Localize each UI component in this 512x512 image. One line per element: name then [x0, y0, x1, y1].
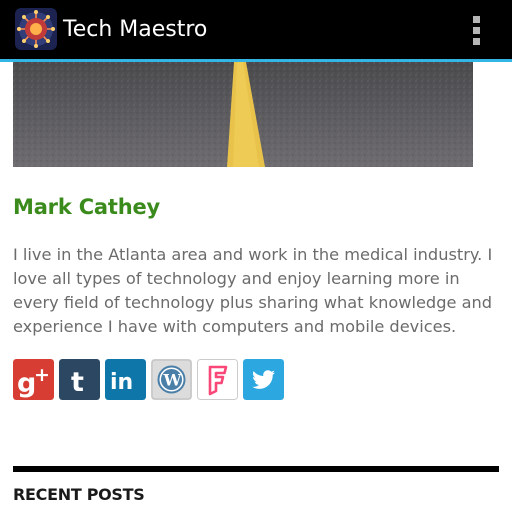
twitter-icon[interactable] [243, 359, 284, 400]
svg-text:in: in [110, 370, 133, 395]
virus-logo-icon[interactable] [15, 8, 57, 50]
app-title: Tech Maestro [63, 17, 208, 42]
social-links: g + t in W [13, 359, 284, 400]
foursquare-icon[interactable] [197, 359, 238, 400]
tumblr-icon[interactable]: t [59, 359, 100, 400]
action-bar: Tech Maestro [0, 0, 512, 62]
section-divider [13, 466, 499, 472]
recent-posts-heading: RECENT POSTS [13, 485, 145, 504]
svg-text:t: t [71, 367, 84, 398]
google-plus-icon[interactable]: g + [13, 359, 54, 400]
wordpress-icon[interactable]: W [151, 359, 192, 400]
header-image [13, 62, 473, 167]
overflow-menu-icon[interactable] [462, 10, 490, 50]
linkedin-icon[interactable]: in [105, 359, 146, 400]
author-bio: I live in the Atlanta area and work in t… [13, 245, 493, 336]
svg-text:W: W [163, 371, 183, 390]
author-name: Mark Cathey [13, 195, 161, 219]
svg-text:+: + [34, 364, 50, 386]
